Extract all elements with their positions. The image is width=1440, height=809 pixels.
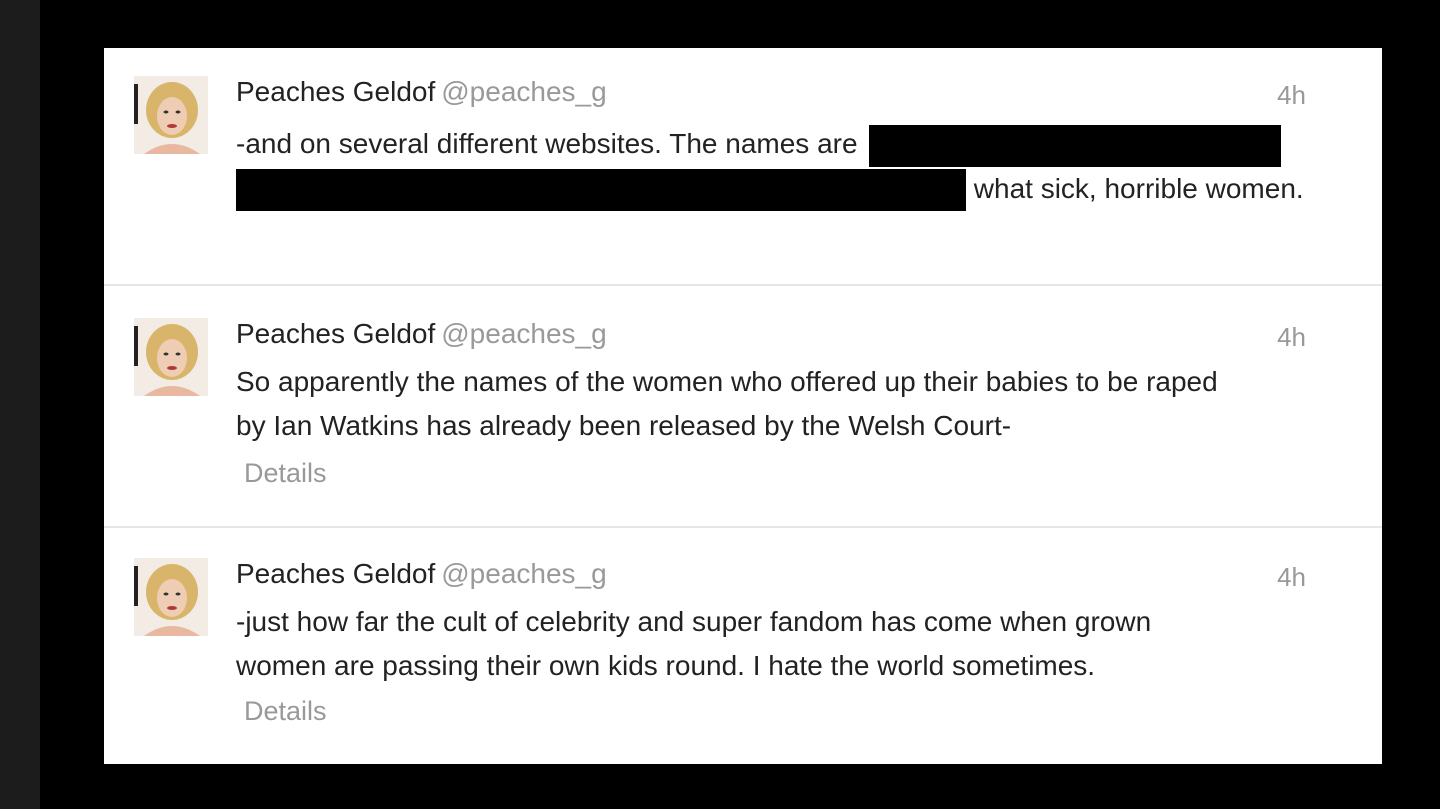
tweet-header: Peaches Geldof @peaches_g	[236, 318, 607, 350]
tweet-header: Peaches Geldof @peaches_g	[236, 558, 607, 590]
tweet-list: Peaches Geldof @peaches_g 4h -and on seve…	[104, 48, 1382, 764]
avatar-image	[134, 76, 208, 154]
author-name[interactable]: Peaches Geldof	[236, 76, 435, 107]
tweet-item[interactable]: Peaches Geldof @peaches_g 4h -just how fa…	[104, 528, 1382, 764]
author-handle[interactable]: @peaches_g	[441, 76, 606, 107]
avatar-image	[134, 558, 208, 636]
redaction-bar	[236, 169, 966, 212]
tweet-text: -and on several different websites. The …	[236, 122, 1346, 212]
tweet-text-line: women are passing their own kids round. …	[236, 650, 1096, 681]
avatar[interactable]	[134, 558, 208, 636]
tweet-text-line: -just how far the cult of celebrity and …	[236, 606, 1152, 637]
tweet-item[interactable]: Peaches Geldof @peaches_g 4h So apparentl…	[104, 286, 1382, 528]
author-handle[interactable]: @peaches_g	[441, 318, 606, 349]
details-link[interactable]: Details	[244, 458, 327, 489]
tweet-item[interactable]: Peaches Geldof @peaches_g 4h -and on seve…	[104, 48, 1382, 286]
details-link[interactable]: Details	[244, 696, 327, 727]
avatar[interactable]	[134, 318, 208, 396]
author-name[interactable]: Peaches Geldof	[236, 558, 435, 589]
tweet-timestamp[interactable]: 4h	[1277, 322, 1306, 353]
tweet-text-line: by Ian Watkins has already been released…	[236, 410, 1012, 441]
tweet-text: So apparently the names of the women who…	[236, 360, 1346, 448]
author-handle[interactable]: @peaches_g	[441, 558, 606, 589]
avatar[interactable]	[134, 76, 208, 154]
tweet-text: -just how far the cult of celebrity and …	[236, 600, 1346, 688]
tweet-text-before: -and on several different websites. The …	[236, 128, 858, 159]
tweet-text-line: So apparently the names of the women who…	[236, 366, 1218, 397]
avatar-image	[134, 318, 208, 396]
redaction-bar	[869, 124, 1282, 167]
author-name[interactable]: Peaches Geldof	[236, 318, 435, 349]
left-edge-strip	[0, 0, 40, 809]
tweet-timestamp[interactable]: 4h	[1277, 80, 1306, 111]
tweet-text-after: what sick, horrible women.	[973, 172, 1304, 204]
tweet-timestamp[interactable]: 4h	[1277, 562, 1306, 593]
tweet-header: Peaches Geldof @peaches_g	[236, 76, 607, 108]
